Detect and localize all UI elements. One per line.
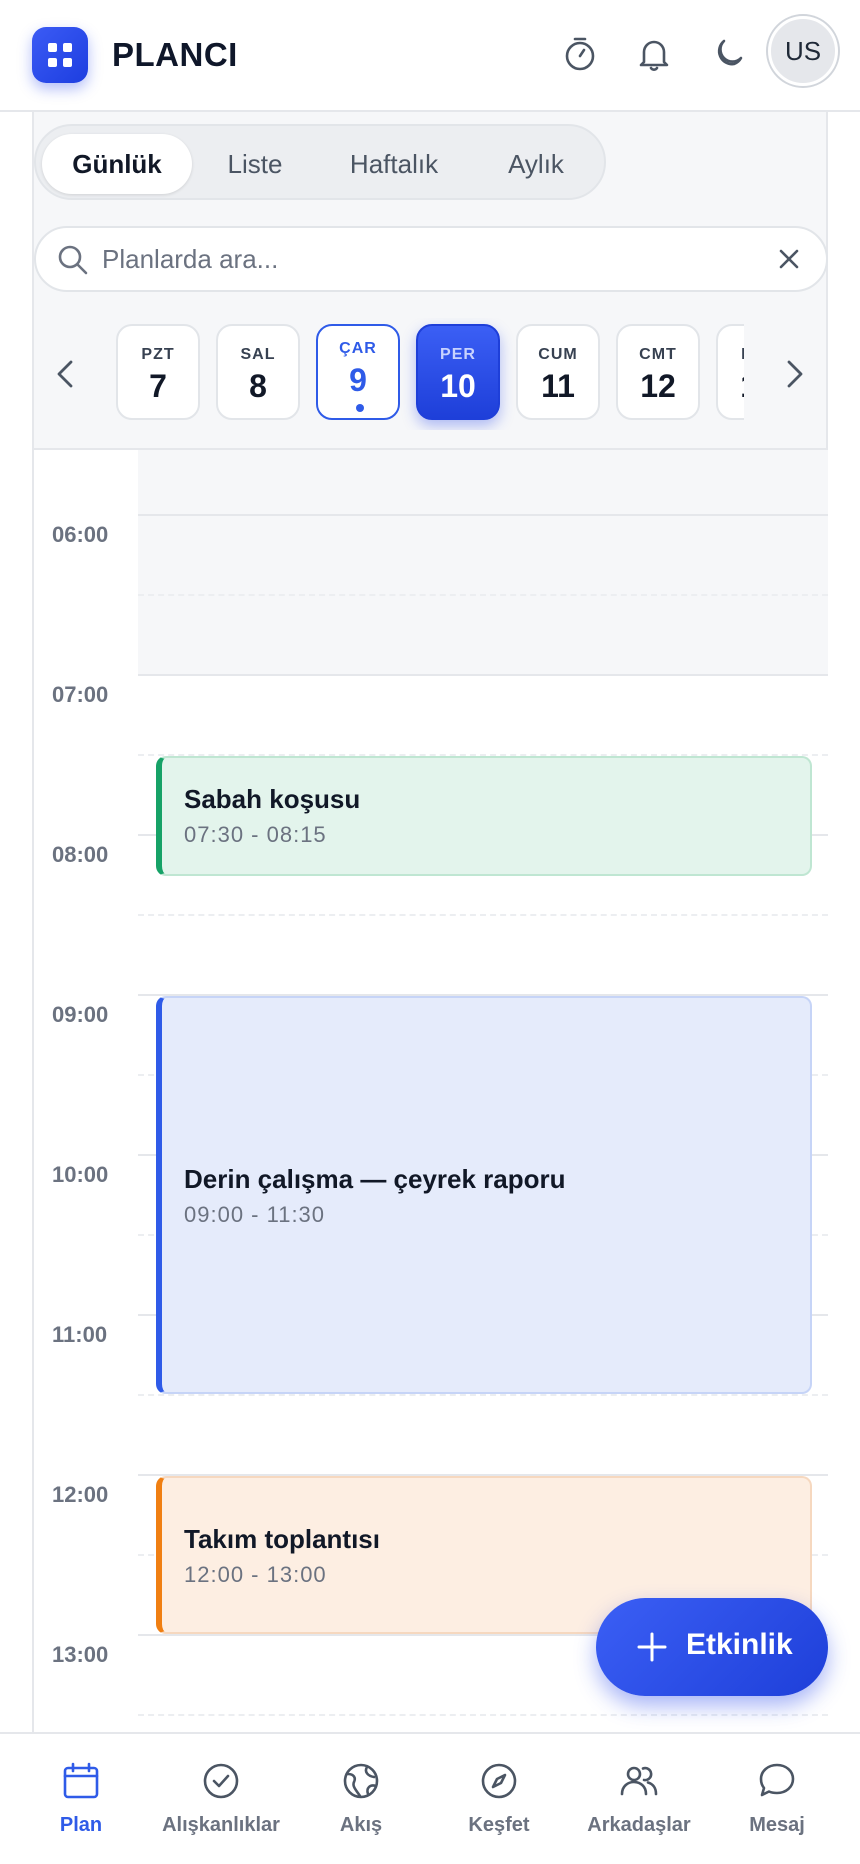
day-item[interactable]: PZT 7 — [116, 324, 200, 420]
hour-line — [138, 674, 828, 676]
hour-label: 07:00 — [52, 682, 109, 707]
chevron-left-icon[interactable] — [46, 354, 86, 394]
hour-label: 06:00 — [52, 522, 109, 547]
search-bar — [34, 226, 828, 292]
day-date: 7 — [149, 368, 167, 404]
half-hour-line — [138, 594, 828, 596]
nav-label: Mesaj — [749, 1814, 805, 1836]
nav-friends[interactable]: Arkadaşlar — [564, 1760, 714, 1837]
day-timeline[interactable]: 06:00 07:00 08:00 09:00 10:00 11:00 12:0… — [34, 448, 828, 1732]
tab-monthly[interactable]: Aylık — [470, 134, 602, 194]
day-name: SAL — [240, 346, 276, 363]
day-name: PER — [440, 346, 476, 363]
nav-feed[interactable]: Akış — [286, 1760, 436, 1837]
day-date: 13 — [718, 368, 744, 405]
nav-habits[interactable]: Alışkanlıklar — [146, 1760, 296, 1837]
event-title: Sabah koşusu — [184, 784, 361, 814]
globe-icon — [343, 1763, 379, 1799]
hour-label: 12:00 — [52, 1482, 109, 1507]
add-event-label: Etkinlik — [686, 1628, 793, 1661]
day-item-today[interactable]: ÇAR 9 — [316, 324, 400, 420]
half-hour-line — [138, 1714, 828, 1716]
moon-icon[interactable] — [708, 34, 748, 74]
tab-daily[interactable]: Günlük — [42, 134, 192, 194]
nav-discover[interactable]: Keşfet — [424, 1760, 574, 1837]
plus-icon — [637, 1632, 667, 1662]
day-scroller[interactable]: PZT 7 SAL 8 ÇAR 9 PER 10 CUM 11 CMT 12 P… — [116, 318, 744, 430]
nav-label: Keşfet — [468, 1814, 530, 1836]
day-name: PZT — [141, 346, 175, 363]
app-logo-icon[interactable] — [32, 27, 88, 83]
half-hour-line — [138, 1394, 828, 1396]
day-date: 12 — [640, 368, 676, 404]
users-icon — [620, 1766, 658, 1796]
nav-label: Alışkanlıklar — [162, 1814, 280, 1836]
bottom-nav: Plan Alışkanlıklar Akış Keşfet Arkadaşla… — [0, 1732, 860, 1864]
compass-icon — [481, 1763, 517, 1799]
nav-label: Plan — [59, 1814, 103, 1836]
event-card[interactable]: Sabah koşusu 07:30 - 08:15 — [156, 756, 812, 876]
search-input[interactable] — [102, 236, 742, 282]
event-time: 12:00 - 13:00 — [184, 1562, 327, 1587]
day-date: 11 — [541, 368, 575, 404]
logo-cell — [63, 43, 72, 52]
nav-label: Arkadaşlar — [587, 1814, 691, 1836]
nav-messages[interactable]: Mesaj — [702, 1760, 852, 1837]
chevron-right-icon[interactable] — [774, 354, 814, 394]
day-name: CUM — [538, 346, 578, 363]
hour-line — [138, 514, 828, 516]
logo-cell — [48, 43, 57, 52]
nav-plan[interactable]: Plan — [6, 1760, 156, 1837]
day-item-selected[interactable]: PER 10 — [416, 324, 500, 420]
hour-label: 10:00 — [52, 1162, 109, 1187]
day-name: ÇAR — [339, 340, 377, 357]
day-name: CMT — [639, 346, 677, 363]
search-icon — [58, 245, 88, 275]
half-hour-line — [138, 914, 828, 916]
past-hours-shade — [138, 450, 828, 676]
logo-cell — [63, 58, 72, 67]
hour-label: 08:00 — [52, 842, 109, 867]
today-dot — [356, 404, 364, 412]
top-header: PLANCI US — [0, 0, 860, 112]
event-time: 07:30 - 08:15 — [184, 822, 327, 847]
day-item[interactable]: SAL 8 — [216, 324, 300, 420]
day-date: 9 — [349, 362, 367, 398]
view-tabs: Günlük Liste Haftalık Aylık — [34, 124, 606, 200]
tab-weekly[interactable]: Haftalık — [318, 134, 470, 194]
hour-label: 09:00 — [52, 1002, 109, 1027]
calendar-icon — [63, 1762, 99, 1799]
event-time: 09:00 - 11:30 — [184, 1202, 326, 1227]
day-item[interactable]: CUM 11 — [516, 324, 600, 420]
day-item[interactable]: CMT 12 — [616, 324, 700, 420]
chat-icon — [759, 1763, 795, 1797]
bell-icon[interactable] — [634, 34, 674, 74]
day-name: PAZ — [718, 346, 744, 364]
event-title: Takım toplantısı — [184, 1524, 380, 1554]
hour-label: 13:00 — [52, 1642, 109, 1667]
day-date: 8 — [249, 368, 267, 404]
date-strip: PZT 7 SAL 8 ÇAR 9 PER 10 CUM 11 CMT 12 P… — [34, 318, 828, 430]
tab-list[interactable]: Liste — [192, 134, 318, 194]
day-item[interactable]: PAZ 13 — [716, 324, 744, 420]
event-card[interactable]: Derin çalışma — çeyrek raporu 09:00 - 11… — [156, 996, 812, 1394]
event-title: Derin çalışma — çeyrek raporu — [184, 1164, 566, 1194]
timer-icon[interactable] — [560, 34, 600, 74]
day-date: 10 — [440, 368, 476, 404]
logo-cell — [48, 58, 57, 67]
add-event-button[interactable]: Etkinlik — [596, 1598, 828, 1696]
user-avatar[interactable]: US — [768, 16, 838, 86]
hour-label: 11:00 — [52, 1322, 108, 1347]
app-title: PLANCI — [112, 36, 238, 73]
check-circle-icon — [203, 1763, 239, 1799]
nav-label: Akış — [339, 1814, 383, 1836]
close-icon[interactable] — [774, 244, 804, 274]
